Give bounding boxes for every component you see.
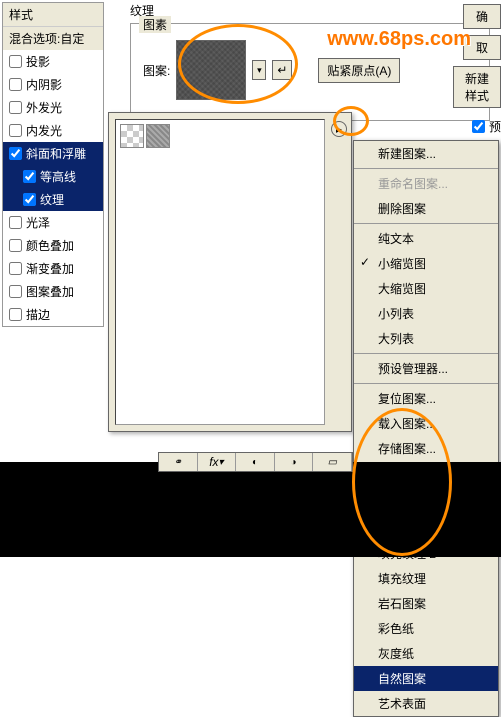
texture-section-label: 纹理 [130, 2, 490, 19]
menu-save-patterns[interactable]: 存储图案... [354, 436, 498, 461]
menu-reset-patterns[interactable]: 复位图案... [354, 386, 498, 411]
menu-artistic-surfaces[interactable]: 艺术表面 [354, 691, 498, 716]
styles-panel: 样式 混合选项:自定 投影 内阴影 外发光 内发光 斜面和浮雕 等高线 纹理 光… [2, 2, 104, 327]
layers-toolbar: ⚭ fx▾ ◐ ◑ ▭ [158, 452, 353, 472]
style-label: 颜色叠加 [26, 237, 74, 254]
menu-new-pattern[interactable]: 新建图案... [354, 141, 498, 166]
style-label: 描边 [26, 306, 50, 323]
menu-large-list[interactable]: 大列表 [354, 326, 498, 351]
style-item-drop-shadow[interactable]: 投影 [3, 50, 103, 73]
menu-color-paper[interactable]: 彩色纸 [354, 616, 498, 641]
style-label: 斜面和浮雕 [26, 145, 86, 162]
style-item-inner-shadow[interactable]: 内阴影 [3, 73, 103, 96]
style-label: 渐变叠加 [26, 260, 74, 277]
checkbox[interactable] [9, 147, 22, 160]
checkbox[interactable] [23, 193, 36, 206]
style-label: 等高线 [40, 168, 76, 185]
style-label: 图案叠加 [26, 283, 74, 300]
toolbar-adjustment-icon[interactable]: ◑ [275, 453, 314, 471]
fx-label: fx [209, 455, 218, 469]
checkbox[interactable] [9, 308, 22, 321]
pattern-swatch[interactable] [176, 40, 246, 100]
menu-load-patterns[interactable]: 载入图案... [354, 411, 498, 436]
ok-button[interactable]: 确 [463, 4, 501, 29]
style-label: 投影 [26, 53, 50, 70]
menu-text-only[interactable]: 纯文本 [354, 226, 498, 251]
menu-separator [354, 168, 498, 169]
pattern-thumb[interactable] [146, 124, 170, 148]
style-label: 光泽 [26, 214, 50, 231]
pattern-dropdown-button[interactable] [252, 60, 266, 80]
style-item-contour[interactable]: 等高线 [3, 165, 103, 188]
styles-header: 样式 [3, 3, 103, 27]
pattern-label: 图案: [143, 62, 170, 79]
new-pattern-button[interactable]: ↵ [272, 60, 292, 80]
menu-grayscale-paper[interactable]: 灰度纸 [354, 641, 498, 666]
pattern-thumb[interactable] [120, 124, 144, 148]
check-icon: ✓ [360, 255, 370, 269]
menu-label: 小缩览图 [378, 257, 426, 271]
menu-large-thumb[interactable]: 大缩览图 [354, 276, 498, 301]
flyout-menu-button[interactable]: ▸ [331, 121, 347, 137]
pattern-picker-popup: ▸ [108, 112, 352, 432]
style-item-stroke[interactable]: 描边 [3, 303, 103, 326]
menu-rock-patterns[interactable]: 岩石图案 [354, 591, 498, 616]
style-label: 内阴影 [26, 76, 62, 93]
checkbox[interactable] [9, 262, 22, 275]
menu-separator [354, 383, 498, 384]
pattern-context-menu: 新建图案... 重命名图案... 删除图案 纯文本 ✓ 小缩览图 大缩览图 小列表… [353, 140, 499, 717]
style-item-satin[interactable]: 光泽 [3, 211, 103, 234]
preview-checkbox[interactable] [472, 120, 485, 133]
menu-fill-texture[interactable]: 填充纹理 [354, 566, 498, 591]
style-item-outer-glow[interactable]: 外发光 [3, 96, 103, 119]
pattern-thumbnails[interactable] [115, 119, 325, 425]
dialog-buttons: 确 取 新建样式 预 [453, 4, 501, 135]
menu-nature-patterns[interactable]: 自然图案 [354, 666, 498, 691]
style-item-pattern-overlay[interactable]: 图案叠加 [3, 280, 103, 303]
toolbar-fx-icon[interactable]: fx▾ [198, 453, 237, 471]
checkbox[interactable] [9, 101, 22, 114]
checkbox[interactable] [9, 285, 22, 298]
checkbox[interactable] [9, 239, 22, 252]
style-label: 外发光 [26, 99, 62, 116]
menu-delete-pattern[interactable]: 删除图案 [354, 196, 498, 221]
pattern-group-label: 图素 [139, 16, 171, 33]
menu-separator [354, 353, 498, 354]
toolbar-link-icon[interactable]: ⚭ [159, 453, 198, 471]
preview-label: 预 [489, 118, 501, 135]
texture-panel: 纹理 图素 图案: ↵ 贴紧原点(A) [130, 2, 490, 121]
canvas-area [0, 462, 501, 557]
toolbar-mask-icon[interactable]: ◐ [236, 453, 275, 471]
checkbox[interactable] [9, 55, 22, 68]
checkbox[interactable] [9, 124, 22, 137]
toolbar-folder-icon[interactable]: ▭ [313, 453, 352, 471]
menu-small-thumb[interactable]: ✓ 小缩览图 [354, 251, 498, 276]
style-item-color-overlay[interactable]: 颜色叠加 [3, 234, 103, 257]
style-label: 纹理 [40, 191, 64, 208]
style-item-gradient-overlay[interactable]: 渐变叠加 [3, 257, 103, 280]
menu-preset-manager[interactable]: 预设管理器... [354, 356, 498, 381]
menu-rename-pattern: 重命名图案... [354, 171, 498, 196]
new-style-button[interactable]: 新建样式 [453, 66, 501, 108]
menu-separator [354, 223, 498, 224]
style-label: 内发光 [26, 122, 62, 139]
blend-options[interactable]: 混合选项:自定 [3, 27, 103, 50]
preview-checkbox-row[interactable]: 预 [472, 118, 501, 135]
watermark: www.68ps.com [327, 28, 471, 51]
style-item-bevel[interactable]: 斜面和浮雕 [3, 142, 103, 165]
style-item-texture[interactable]: 纹理 [3, 188, 103, 211]
style-item-inner-glow[interactable]: 内发光 [3, 119, 103, 142]
checkbox[interactable] [9, 216, 22, 229]
snap-origin-button[interactable]: 贴紧原点(A) [318, 58, 400, 83]
checkbox[interactable] [23, 170, 36, 183]
style-list: 投影 内阴影 外发光 内发光 斜面和浮雕 等高线 纹理 光泽 颜色叠加 渐变叠加… [3, 50, 103, 326]
checkbox[interactable] [9, 78, 22, 91]
menu-small-list[interactable]: 小列表 [354, 301, 498, 326]
